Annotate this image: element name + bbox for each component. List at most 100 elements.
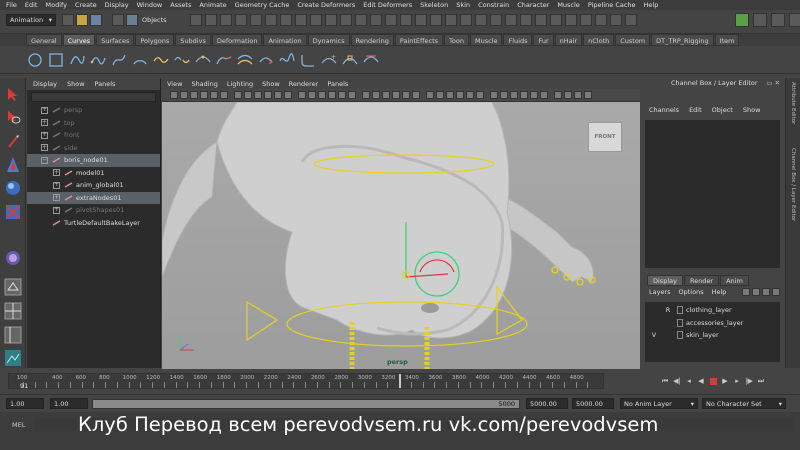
viewport-menu-renderer[interactable]: Renderer xyxy=(289,80,319,88)
four-view-layout-icon[interactable] xyxy=(3,301,23,321)
layer-menu-layers[interactable]: Layers xyxy=(649,288,671,296)
shelf-tab-ncloth[interactable]: nCloth xyxy=(583,34,615,46)
expand-icon[interactable]: + xyxy=(41,144,48,152)
shelf-tab-painteffects[interactable]: PaintEffects xyxy=(394,34,444,46)
hierarchy-icon[interactable] xyxy=(112,14,124,26)
expand-icon[interactable]: + xyxy=(53,206,60,214)
outliner-row[interactable]: + pivotShapes01 xyxy=(27,204,160,217)
viewport-tool-icon[interactable] xyxy=(456,91,464,99)
move-tool-icon[interactable] xyxy=(3,155,23,175)
viewport-tool-icon[interactable] xyxy=(530,91,538,99)
step-back-frame-icon[interactable]: ◀| xyxy=(672,376,682,386)
fillet-curve-icon[interactable] xyxy=(299,51,317,69)
mask-icon-13[interactable] xyxy=(370,14,382,26)
open-scene-icon[interactable] xyxy=(76,14,88,26)
menu-skeleton[interactable]: Skeleton xyxy=(420,1,448,9)
outliner-row[interactable]: + side xyxy=(27,142,160,155)
expand-icon[interactable]: + xyxy=(53,181,60,189)
mask-icon-29[interactable] xyxy=(610,14,622,26)
viewport-tool-icon[interactable] xyxy=(318,91,326,99)
mask-icon-10[interactable] xyxy=(325,14,337,26)
outliner-menu-show[interactable]: Show xyxy=(67,80,85,88)
menu-create[interactable]: Create xyxy=(75,1,97,9)
outliner-row[interactable]: − boris_node01 xyxy=(27,154,160,167)
anim-layer-dropdown[interactable]: No Anim Layer ▾ xyxy=(620,398,698,409)
viewport-tool-icon[interactable] xyxy=(180,91,188,99)
outliner-row[interactable]: + extraNodes01 xyxy=(27,191,160,204)
mask-icon-27[interactable] xyxy=(580,14,592,26)
extend-curve-icon[interactable] xyxy=(215,51,233,69)
outliner-menu-display[interactable]: Display xyxy=(33,80,57,88)
viewport-tool-icon[interactable] xyxy=(476,91,484,99)
menu-file[interactable]: File xyxy=(6,1,17,9)
viewport-tool-icon[interactable] xyxy=(210,91,218,99)
pencil-curve-icon[interactable] xyxy=(110,51,128,69)
menu-muscle[interactable]: Muscle xyxy=(557,1,580,9)
outliner-row[interactable]: + anim_global01 xyxy=(27,179,160,192)
viewport-tool-icon[interactable] xyxy=(244,91,252,99)
mask-icon-2[interactable] xyxy=(205,14,217,26)
mel-label[interactable]: MEL xyxy=(12,421,25,429)
channel-box-body[interactable] xyxy=(645,120,780,268)
viewport-tool-icon[interactable] xyxy=(412,91,420,99)
menu-edit-deformers[interactable]: Edit Deformers xyxy=(363,1,412,9)
viewport-tool-icon[interactable] xyxy=(190,91,198,99)
object-mode-icon[interactable] xyxy=(126,14,138,26)
viewport-tool-icon[interactable] xyxy=(220,91,228,99)
menu-character[interactable]: Character xyxy=(517,1,549,9)
mask-icon-15[interactable] xyxy=(400,14,412,26)
save-scene-icon[interactable] xyxy=(90,14,102,26)
viewport-tool-icon[interactable] xyxy=(254,91,262,99)
expand-icon[interactable]: + xyxy=(41,106,48,114)
end-time-field[interactable]: 5000.00 xyxy=(572,398,614,409)
channel-box-menu-channels[interactable]: Channels xyxy=(649,106,679,114)
viewport-tool-icon[interactable] xyxy=(426,91,434,99)
layer-menu-options[interactable]: Options xyxy=(679,288,704,296)
persp-outliner-layout-icon[interactable] xyxy=(3,325,23,345)
new-scene-icon[interactable] xyxy=(62,14,74,26)
channel-box-menu-edit[interactable]: Edit xyxy=(689,106,702,114)
shelf-tab-animation[interactable]: Animation xyxy=(263,34,307,46)
viewport-tool-icon[interactable] xyxy=(328,91,336,99)
viewport-tool-icon[interactable] xyxy=(446,91,454,99)
shelf-tab-fur[interactable]: Fur xyxy=(533,34,554,46)
menu-pipeline-cache[interactable]: Pipeline Cache xyxy=(588,1,636,9)
mask-icon-3[interactable] xyxy=(220,14,232,26)
viewport-tool-icon[interactable] xyxy=(298,91,306,99)
shelf-tab-custom[interactable]: Custom xyxy=(615,34,651,46)
mask-icon-30[interactable] xyxy=(625,14,637,26)
shelf-tab-item[interactable]: Item xyxy=(714,34,740,46)
layer-tab-anim[interactable]: Anim xyxy=(720,275,749,286)
mask-icon-8[interactable] xyxy=(295,14,307,26)
outliner-row[interactable]: TurtleDefaultBakeLayer xyxy=(27,217,160,230)
layer-color-swatch[interactable] xyxy=(677,318,683,327)
viewport-tool-icon[interactable] xyxy=(402,91,410,99)
outliner-row[interactable]: + front xyxy=(27,129,160,142)
menu-help[interactable]: Help xyxy=(644,1,659,9)
mask-icon-16[interactable] xyxy=(415,14,427,26)
viewport-tool-icon[interactable] xyxy=(540,91,548,99)
viewport-menu-lighting[interactable]: Lighting xyxy=(227,80,253,88)
time-slider-track[interactable]: 100 400 600 800 1000 1200 1400 1600 1800 2000 2200… xyxy=(8,373,604,389)
outliner-row[interactable]: + top xyxy=(27,117,160,130)
mask-icon-19[interactable] xyxy=(460,14,472,26)
shelf-tab-toon[interactable]: Toon xyxy=(444,34,469,46)
menu-animate[interactable]: Animate xyxy=(199,1,226,9)
cv-curve-icon[interactable] xyxy=(68,51,86,69)
channel-box-menu-object[interactable]: Object xyxy=(712,106,733,114)
outliner-row[interactable]: + persp xyxy=(27,104,160,117)
play-forwards-icon[interactable]: ▶ xyxy=(720,376,730,386)
new-layer-selected-icon[interactable] xyxy=(772,288,780,296)
menu-constrain[interactable]: Constrain xyxy=(478,1,509,9)
panel-float-icon[interactable]: ▭ ✕ xyxy=(766,78,780,88)
viewport-tool-icon[interactable] xyxy=(564,91,572,99)
mode-dropdown[interactable]: Animation ▾ xyxy=(6,14,56,26)
project-tangent-icon[interactable] xyxy=(362,51,380,69)
expand-icon[interactable]: + xyxy=(53,194,60,202)
viewport-tool-icon[interactable] xyxy=(500,91,508,99)
toggle-attribute-editor-icon[interactable] xyxy=(735,13,749,27)
expand-icon[interactable]: + xyxy=(41,131,48,139)
layer-tab-render[interactable]: Render xyxy=(683,275,720,286)
viewport-tool-icon[interactable] xyxy=(234,91,242,99)
viewport-tool-icon[interactable] xyxy=(284,91,292,99)
